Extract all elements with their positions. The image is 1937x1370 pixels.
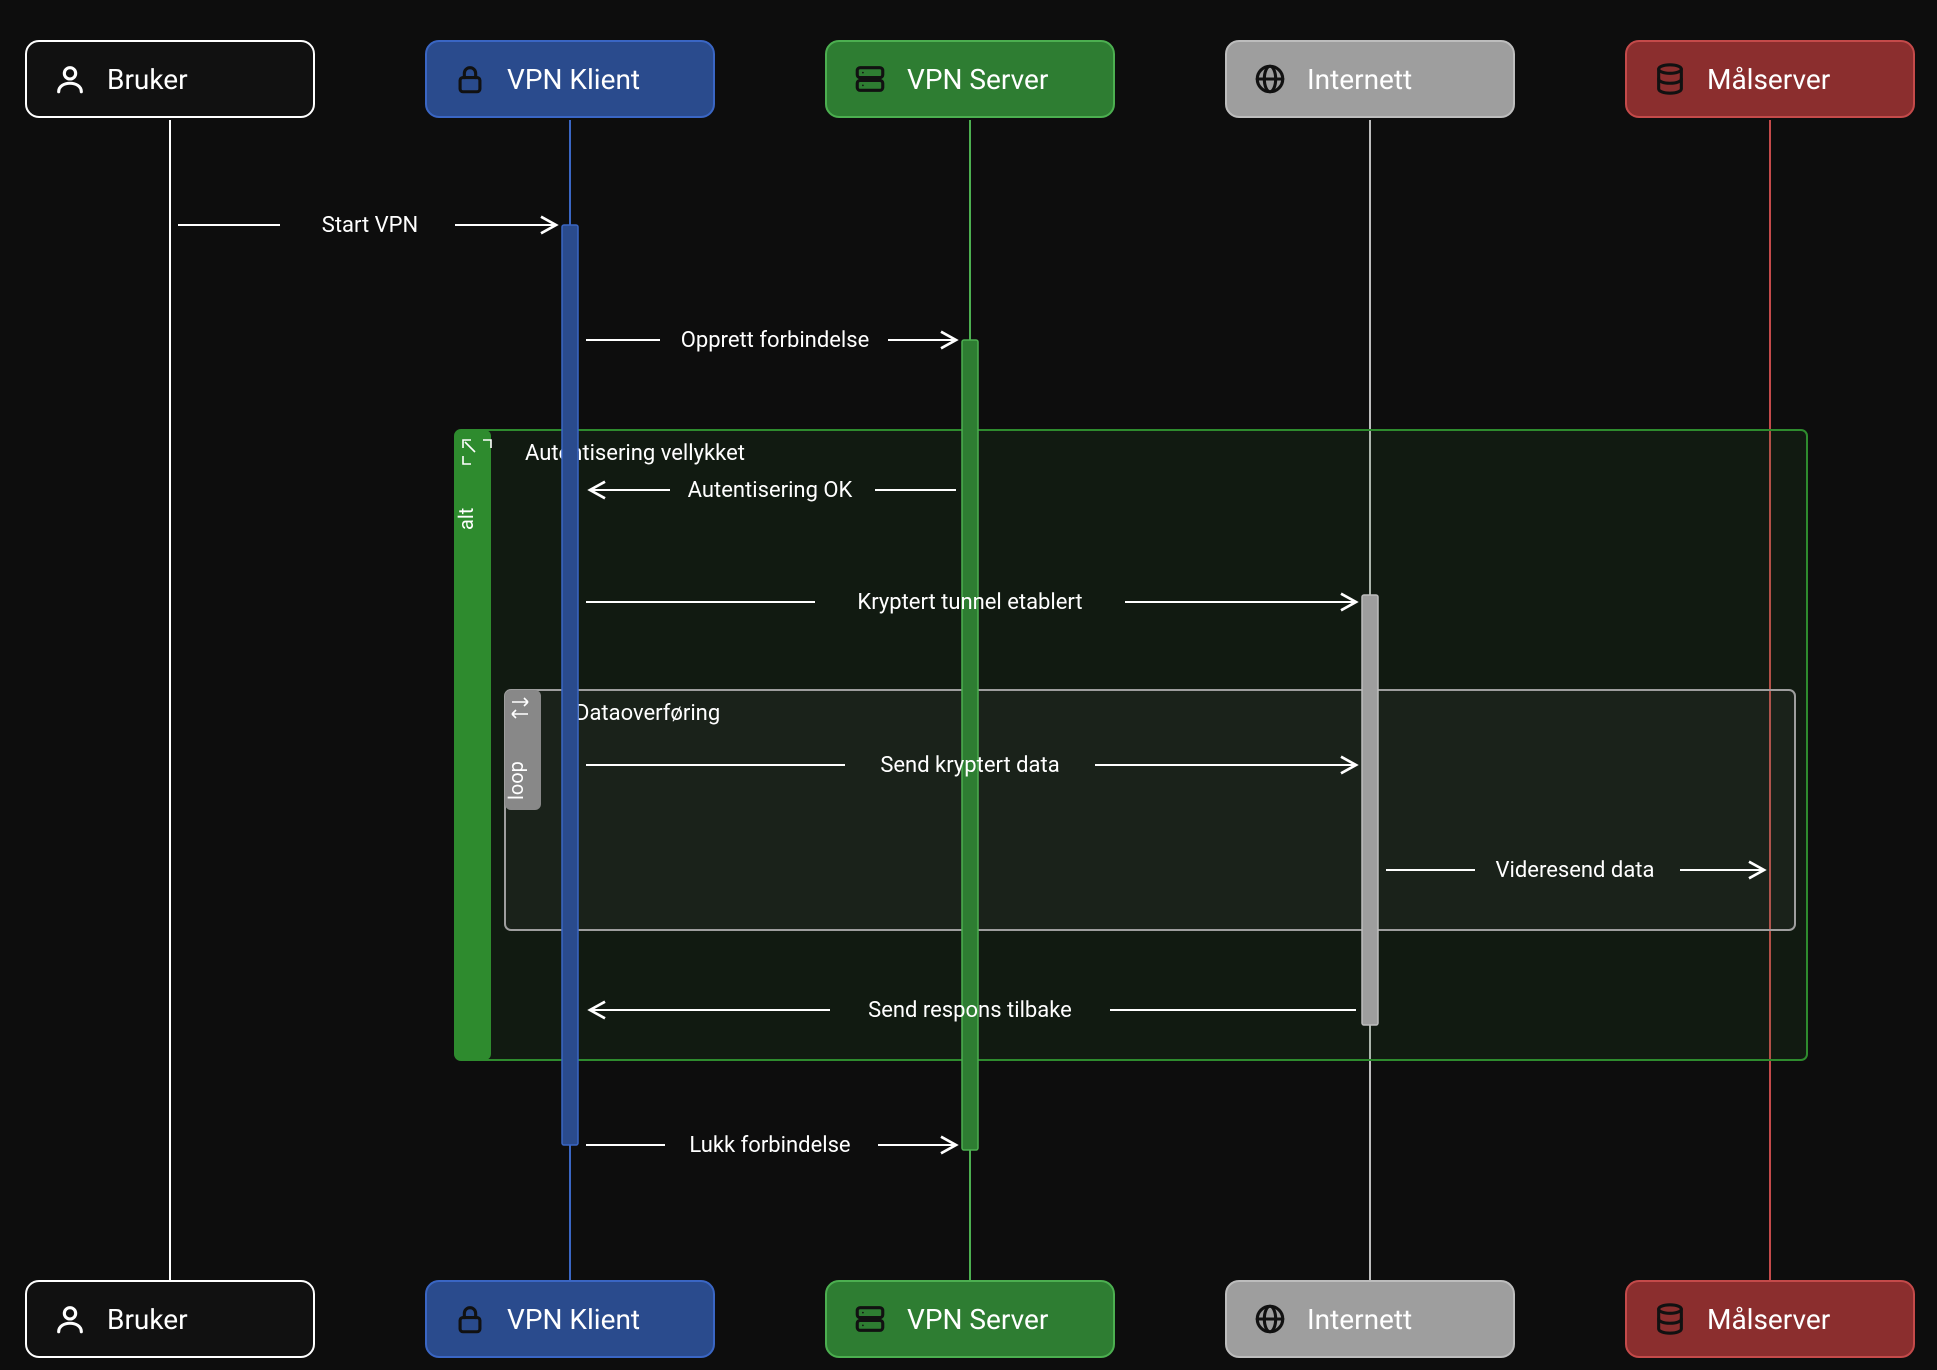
msg-start-vpn: Start VPN bbox=[178, 213, 556, 238]
msg-label: Opprett forbindelse bbox=[681, 328, 870, 353]
msg-opprett-forbindelse: Opprett forbindelse bbox=[586, 328, 956, 353]
sequence-diagram: alt Autentisering vellykket loop Dataove… bbox=[0, 0, 1937, 1370]
msg-close: Lukk forbindelse bbox=[586, 1133, 956, 1158]
msg-label: Lukk forbindelse bbox=[689, 1133, 850, 1158]
msg-label: Send kryptert data bbox=[880, 753, 1059, 778]
loop-frame: loop Dataoverføring bbox=[504, 690, 1795, 930]
alt-tag: alt bbox=[454, 508, 478, 530]
loop-condition: Dataoverføring bbox=[575, 701, 720, 726]
msg-label: Videresend data bbox=[1496, 858, 1655, 883]
loop-tag: loop bbox=[504, 761, 528, 800]
alt-condition: Autentisering vellykket bbox=[525, 441, 745, 466]
msg-label: Kryptert tunnel etablert bbox=[857, 590, 1082, 615]
msg-label: Send respons tilbake bbox=[868, 998, 1072, 1023]
msg-label: Start VPN bbox=[322, 213, 418, 238]
msg-label: Autentisering OK bbox=[688, 478, 853, 503]
